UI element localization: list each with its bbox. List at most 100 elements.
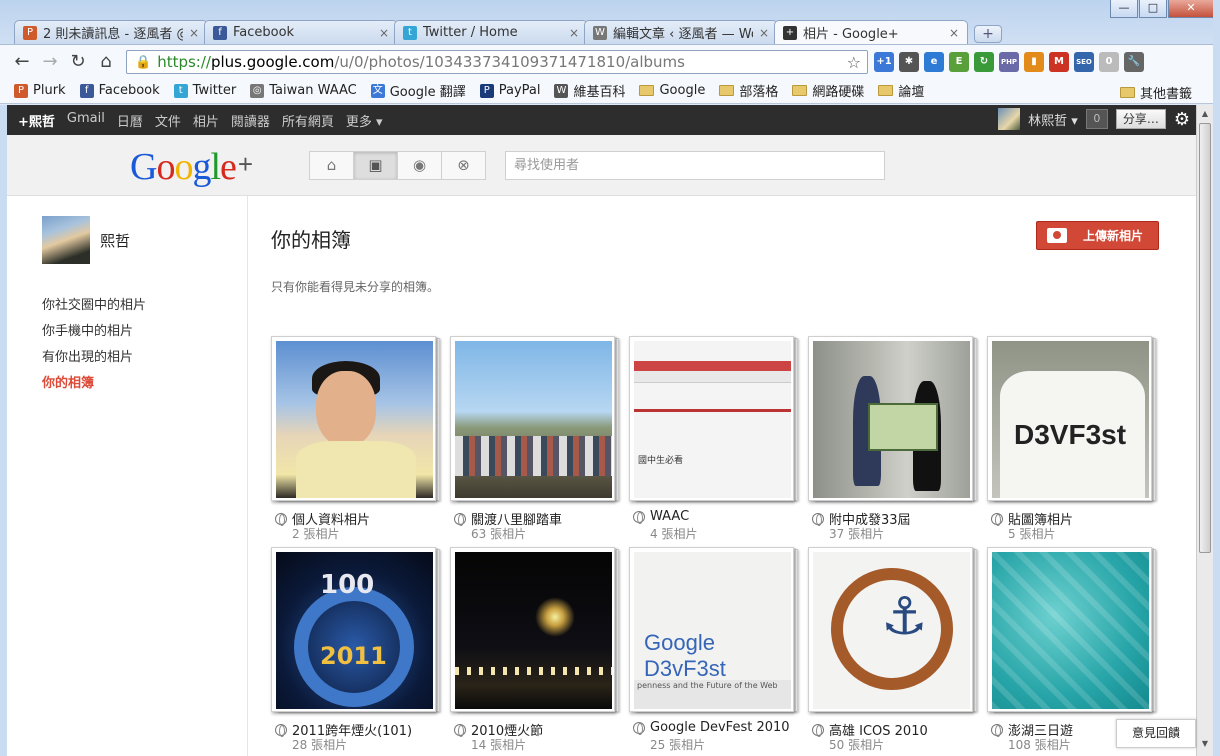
photos-icon[interactable]: ▣ — [353, 151, 398, 180]
browser-tab[interactable]: t Twitter / Home × — [394, 20, 588, 44]
album-thumbnail[interactable]: 國中生必看 — [634, 341, 791, 498]
gbar-item[interactable]: 閱讀器 — [231, 111, 270, 130]
circles-icon[interactable]: ⊗ — [441, 151, 486, 180]
album-title-text[interactable]: WAAC — [650, 509, 689, 524]
album-card[interactable]: 2010煙火節 14 張相片 — [450, 547, 629, 756]
album-thumbnail[interactable]: Google D3vF3st penness and the Future of … — [634, 552, 791, 709]
maximize-button[interactable]: □ — [1139, 0, 1167, 18]
share-button[interactable]: 分享… — [1115, 109, 1166, 129]
feedback-button[interactable]: 意見回饋 — [1116, 719, 1196, 748]
seo-icon[interactable]: SEO — [1074, 52, 1094, 72]
bookmark-item[interactable]: 文 Google 翻譯 — [370, 81, 466, 100]
album-thumbnail[interactable]: D3VF3st — [992, 341, 1149, 498]
album-thumbnail[interactable]: 100 2011 — [276, 552, 433, 709]
home-icon[interactable]: ⌂ — [309, 151, 354, 180]
new-tab-button[interactable]: + — [974, 25, 1002, 43]
user-menu[interactable]: 林熙哲 ▾ — [1028, 110, 1078, 129]
bookmark-item[interactable]: ◎ Taiwan WAAC — [250, 83, 357, 98]
album-card[interactable]: D3VF3st 貼圖簿相片 5 張相片 — [987, 336, 1166, 547]
tab-close-icon[interactable]: × — [759, 26, 769, 40]
album-card[interactable]: 關渡八里腳踏車 63 張相片 — [450, 336, 629, 547]
avatar[interactable] — [998, 108, 1021, 130]
album-cover[interactable]: D3VF3st — [987, 336, 1152, 501]
bookmark-item[interactable]: P Plurk — [14, 83, 66, 98]
album-cover[interactable]: 國中生必看 — [629, 336, 794, 501]
browser-tab[interactable]: f Facebook × — [204, 20, 398, 44]
bookmark-item[interactable]: f Facebook — [79, 83, 160, 98]
sidebar-link[interactable]: 你社交圈中的相片 — [42, 298, 146, 324]
album-card[interactable]: 附中成發33屆 37 張相片 — [808, 336, 987, 547]
browser-tab[interactable]: W 編輯文章 ‹ 逐風者 — Word × — [584, 20, 778, 44]
album-thumbnail[interactable] — [455, 341, 612, 498]
album-card[interactable]: Google D3vF3st penness and the Future of … — [629, 547, 808, 756]
scrollbar[interactable]: ▲ ▼ — [1196, 105, 1213, 756]
forward-arrow-icon[interactable]: → — [36, 51, 64, 72]
profile[interactable]: 熙哲 — [42, 216, 130, 264]
close-window-button[interactable]: ✕ — [1168, 0, 1214, 18]
profile-photo[interactable] — [42, 216, 90, 264]
album-cover[interactable] — [987, 547, 1152, 712]
google-plus-one-icon[interactable]: +1 — [874, 52, 894, 72]
album-cover[interactable]: ⚓ — [808, 547, 973, 712]
bookmark-item[interactable]: P PayPal — [479, 83, 540, 98]
album-cover[interactable] — [450, 336, 615, 501]
gbar-item[interactable]: 所有網頁 — [282, 111, 334, 130]
search-input[interactable]: 尋找使用者 — [505, 151, 885, 180]
profile-icon[interactable]: ◉ — [397, 151, 442, 180]
scroll-up-icon[interactable]: ▲ — [1197, 105, 1213, 122]
php-icon[interactable]: PHP — [999, 52, 1019, 72]
refresh-ext-icon[interactable]: ↻ — [974, 52, 994, 72]
album-stack[interactable] — [271, 336, 440, 501]
album-stack[interactable] — [987, 547, 1156, 712]
address-bar[interactable]: 🔒 https://plus.google.com/u/0/photos/103… — [126, 50, 868, 74]
evernote-icon[interactable]: E — [949, 52, 969, 72]
album-card[interactable]: 個人資料相片 2 張相片 — [271, 336, 450, 547]
album-card[interactable]: 100 2011 2011跨年煙火(101) 28 張相片 — [271, 547, 450, 756]
gbar-item[interactable]: 相片 — [193, 111, 219, 130]
album-thumbnail[interactable]: ⚓ — [813, 552, 970, 709]
tab-close-icon[interactable]: × — [569, 26, 579, 40]
album-thumbnail[interactable] — [455, 552, 612, 709]
bookmark-item[interactable]: t Twitter — [173, 83, 236, 98]
album-title-text[interactable]: Google DevFest 2010 — [650, 720, 790, 735]
counter-icon[interactable]: 0 — [1099, 52, 1119, 72]
album-thumbnail[interactable] — [813, 341, 970, 498]
album-cover[interactable] — [808, 336, 973, 501]
album-stack[interactable] — [808, 336, 977, 501]
ie-tab-icon[interactable]: e — [924, 52, 944, 72]
google-plus-logo[interactable]: Google+ — [130, 145, 253, 189]
tab-close-icon[interactable]: × — [949, 26, 959, 40]
album-stack[interactable]: 國中生必看 — [629, 336, 798, 501]
album-cover[interactable] — [271, 336, 436, 501]
sidebar-link[interactable]: 有你出現的相片 — [42, 350, 146, 376]
album-card[interactable]: ⚓ 高雄 ICOS 2010 50 張相片 — [808, 547, 987, 756]
album-stack[interactable] — [450, 336, 619, 501]
album-stack[interactable]: ⚓ — [808, 547, 977, 712]
album-stack[interactable]: 100 2011 — [271, 547, 440, 712]
album-cover[interactable]: 100 2011 — [271, 547, 436, 712]
bookmark-item[interactable]: 網路硬碟 — [792, 81, 864, 100]
album-stack[interactable] — [450, 547, 619, 712]
gbar-item[interactable]: Gmail — [67, 111, 105, 130]
album-cover[interactable] — [450, 547, 615, 712]
album-cover[interactable]: Google D3vF3st penness and the Future of … — [629, 547, 794, 712]
album-card[interactable]: 國中生必看 WAAC 4 張相片 — [629, 336, 808, 547]
bookmark-star-icon[interactable]: ☆ — [847, 53, 861, 72]
gbar-item[interactable]: +熙哲 — [18, 111, 55, 130]
analytics-icon[interactable]: ▮ — [1024, 52, 1044, 72]
scroll-down-icon[interactable]: ▼ — [1197, 739, 1213, 756]
profile-name[interactable]: 熙哲 — [100, 230, 130, 251]
back-arrow-icon[interactable]: ← — [8, 51, 36, 72]
upload-photos-button[interactable]: 上傳新相片 — [1036, 221, 1159, 250]
sidebar-link[interactable]: 你手機中的相片 — [42, 324, 146, 350]
album-stack[interactable]: Google D3vF3st penness and the Future of … — [629, 547, 798, 712]
bookmark-item[interactable]: W 維基百科 — [554, 81, 625, 100]
gbar-item[interactable]: 日曆 — [117, 111, 143, 130]
home-button-icon[interactable]: ⌂ — [92, 51, 120, 72]
reload-icon[interactable]: ↻ — [64, 51, 92, 72]
sidebar-link[interactable]: 你的相簿 — [42, 376, 146, 402]
bookmark-item[interactable]: 部落格 — [719, 81, 778, 100]
tab-close-icon[interactable]: × — [379, 26, 389, 40]
bug-icon[interactable]: ✱ — [899, 52, 919, 72]
album-stack[interactable]: D3VF3st — [987, 336, 1156, 501]
